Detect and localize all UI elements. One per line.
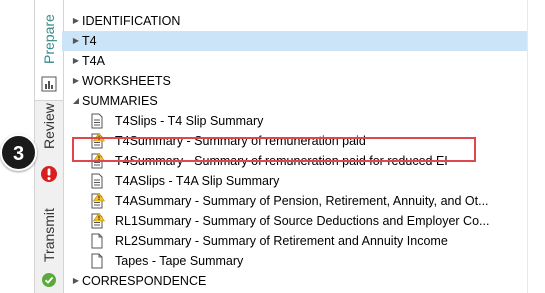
tree-category-worksheets[interactable]: ▶ WORKSHEETS: [62, 71, 528, 91]
tree-item[interactable]: T4Slips - T4 Slip Summary: [62, 111, 528, 131]
category-label: T4A: [82, 54, 105, 68]
category-label: IDENTIFICATION: [82, 14, 181, 28]
document-icon: [89, 173, 105, 189]
tree-category-identification[interactable]: ▶ IDENTIFICATION: [62, 11, 528, 31]
tab-prepare[interactable]: Prepare: [35, 0, 63, 101]
item-label: T4ASummary - Summary of Pension, Retirem…: [115, 194, 489, 208]
category-label: WORKSHEETS: [82, 74, 171, 88]
item-label: T4Slips - T4 Slip Summary: [115, 114, 264, 128]
expand-arrow-icon[interactable]: ▶: [70, 51, 82, 71]
tab-prepare-label: Prepare: [41, 14, 57, 64]
document-warning-icon: [89, 212, 106, 229]
item-label: Tapes - Tape Summary: [115, 254, 244, 268]
tree-item[interactable]: Tapes - Tape Summary: [62, 251, 528, 271]
category-label: CORRESPONDENCE: [82, 274, 207, 288]
item-label: RL2Summary - Summary of Retirement and A…: [115, 234, 448, 248]
tab-transmit-label: Transmit: [41, 208, 57, 262]
step-callout: 3: [0, 134, 37, 171]
expand-arrow-icon[interactable]: ▶: [70, 31, 82, 51]
tree-item[interactable]: T4ASummary - Summary of Pension, Retirem…: [62, 191, 528, 211]
collapse-arrow-icon[interactable]: ◢: [70, 91, 82, 111]
document-warning-icon: [89, 192, 106, 209]
item-label: RL1Summary - Summary of Source Deduction…: [115, 214, 490, 228]
tree-item[interactable]: RL1Summary - Summary of Source Deduction…: [62, 211, 528, 231]
expand-arrow-icon[interactable]: ▶: [70, 271, 82, 291]
tab-review-label: Review: [41, 103, 57, 149]
vertical-tab-strip: Prepare Review Transmit: [34, 0, 64, 293]
tab-transmit[interactable]: Transmit: [35, 200, 63, 293]
expand-arrow-icon[interactable]: ▶: [70, 11, 82, 31]
tab-review[interactable]: Review: [35, 100, 63, 200]
error-stop-icon: [40, 165, 58, 188]
bar-chart-icon: [41, 76, 57, 97]
tree-category-t4a[interactable]: ▶ T4A: [62, 51, 528, 71]
category-label: T4: [82, 34, 97, 48]
blank-document-icon: [89, 253, 105, 269]
category-label: SUMMARIES: [82, 94, 158, 108]
tree-category-t4[interactable]: ▶ T4: [62, 31, 528, 51]
check-circle-icon: [41, 272, 57, 293]
tree-category-summaries[interactable]: ◢ SUMMARIES: [62, 91, 528, 111]
tree-item[interactable]: T4ASlips - T4A Slip Summary: [62, 171, 528, 191]
expand-arrow-icon[interactable]: ▶: [70, 71, 82, 91]
blank-document-icon: [89, 233, 105, 249]
item-label: T4ASlips - T4A Slip Summary: [115, 174, 280, 188]
tree-category-correspondence[interactable]: ▶ CORRESPONDENCE: [62, 271, 528, 291]
document-icon: [89, 113, 105, 129]
tree-item[interactable]: RL2Summary - Summary of Retirement and A…: [62, 231, 528, 251]
highlight-box: [72, 137, 476, 162]
vertical-scrollbar[interactable]: [527, 0, 545, 293]
